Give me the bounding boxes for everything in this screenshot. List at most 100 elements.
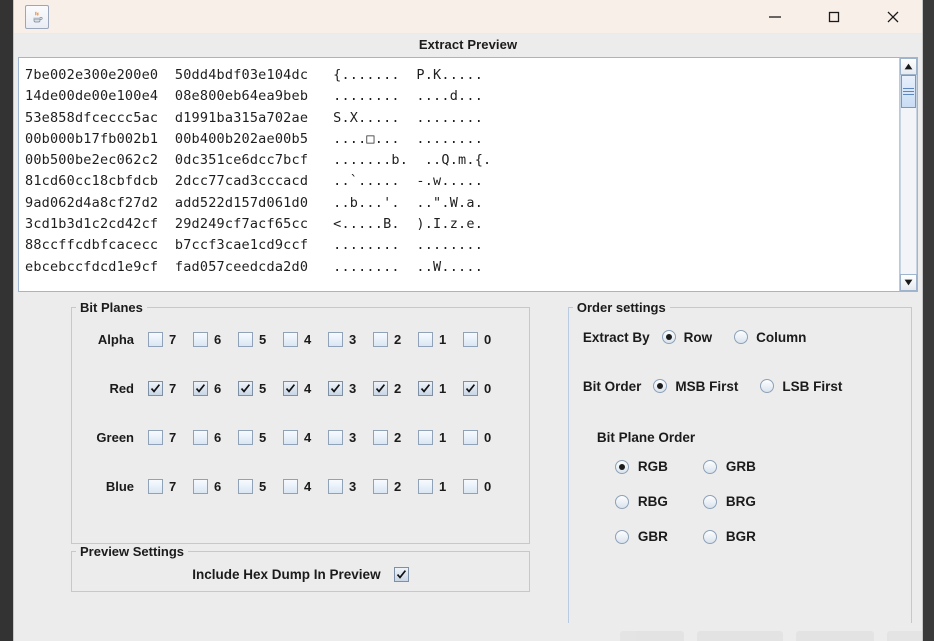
radio-button[interactable] [760,379,775,393]
cut-off-button-bar [14,623,922,641]
bit-cell: 2 [373,332,418,347]
bit-plane-order-options: RGB GRB RBG BRG GBR BGR [614,459,911,544]
extract-by-row[interactable]: Row [661,330,712,345]
checkbox-blue-bit-7[interactable] [148,479,163,494]
bit-plane-order-rgb[interactable]: RGB [614,459,703,474]
bit-plane-row-green: Green 7 6 5 4 3 2 1 0 [72,413,529,462]
checkbox-red-bit-1[interactable] [418,381,433,396]
scroll-up-icon[interactable] [900,58,917,75]
checkbox-red-bit-2[interactable] [373,381,388,396]
radio-button[interactable] [653,379,668,393]
bit-number-label: 2 [394,332,402,347]
checkbox-blue-bit-0[interactable] [463,479,478,494]
radio-button[interactable] [661,330,676,344]
ghost-buttons [620,631,922,641]
bit-number-label: 6 [214,479,222,494]
minimize-button[interactable] [745,0,804,33]
bit-number-label: 7 [169,479,177,494]
checkbox-red-bit-5[interactable] [238,381,253,396]
hex-dump-line: 00b500be2ec062c2 0dc351ce6dcc7bcf ......… [25,152,492,169]
radio-button[interactable] [614,494,629,509]
bit-number-label: 1 [439,479,447,494]
bit-cell: 7 [148,430,193,445]
bit-number-label: 3 [349,381,357,396]
checkbox-alpha-bit-6[interactable] [193,332,208,347]
checkbox-red-bit-3[interactable] [328,381,343,396]
radio-label: GRB [725,459,756,474]
include-hex-dump-checkbox[interactable] [393,566,409,582]
radio-button[interactable] [702,529,717,544]
scrollbar-track[interactable] [900,75,917,274]
extract-by-options: Row Column [661,330,829,345]
bit-order-label: Bit Order [582,378,642,394]
checkbox-green-bit-6[interactable] [193,430,208,445]
radio-button[interactable] [702,494,717,509]
checkbox-blue-bit-1[interactable] [418,479,433,494]
checkbox-blue-bit-6[interactable] [193,479,208,494]
close-button[interactable] [863,0,922,33]
checkbox-alpha-bit-1[interactable] [418,332,433,347]
bit-number-label: 0 [484,381,492,396]
hex-dump-scrollbar[interactable] [899,58,917,291]
extract-by-row: Extract By Row Column [569,315,911,359]
checkbox-green-bit-5[interactable] [238,430,253,445]
checkbox-green-bit-7[interactable] [148,430,163,445]
checkbox-blue-bit-2[interactable] [373,479,388,494]
checkbox-alpha-bit-7[interactable] [148,332,163,347]
checkbox-red-bit-6[interactable] [193,381,208,396]
bit-cell: 6 [193,430,238,445]
checkbox-alpha-bit-5[interactable] [238,332,253,347]
scroll-down-icon[interactable] [900,274,917,291]
bit-cell: 3 [328,479,373,494]
checkbox-green-bit-0[interactable] [463,430,478,445]
checkbox-green-bit-3[interactable] [328,430,343,445]
channel-label-green: Green [96,430,134,445]
radio-button[interactable] [734,330,749,344]
extract-by-column[interactable]: Column [734,330,806,345]
bit-cell: 0 [463,381,508,396]
bit-number-label: 1 [439,332,447,347]
bit-plane-order-gbr[interactable]: GBR [614,529,703,544]
scrollbar-thumb[interactable] [901,75,916,108]
checkbox-alpha-bit-3[interactable] [328,332,343,347]
checkbox-red-bit-7[interactable] [148,381,163,396]
bit-order-lsb-first[interactable]: LSB First [760,379,842,394]
bit-plane-order-rbg[interactable]: RBG [614,494,703,509]
checkbox-green-bit-4[interactable] [283,430,298,445]
bit-plane-order-bgr[interactable]: BGR [702,529,791,544]
channel-label-red: Red [109,381,134,396]
bit-order-msb-first[interactable]: MSB First [653,379,738,394]
bit-plane-order-grb[interactable]: GRB [702,459,791,474]
hex-dump-line: 81cd60cc18cbfdcb 2dcc77cad3cccacd ..`...… [25,173,484,190]
hex-dump-panel: 7be002e300e200e0 50dd4bdf03e104dc {.....… [18,57,918,292]
hex-dump-line: 88ccffcdbfcacecc b7ccf3cae1cd9ccf ......… [25,237,484,254]
radio-button[interactable] [702,459,717,474]
checkbox-blue-bit-5[interactable] [238,479,253,494]
bit-cell: 4 [283,381,328,396]
checkbox-green-bit-2[interactable] [373,430,388,445]
checkbox-red-bit-0[interactable] [463,381,478,396]
bit-cell: 2 [373,479,418,494]
checkbox-alpha-bit-0[interactable] [463,332,478,347]
radio-button[interactable] [614,459,629,474]
channel-label-alpha: Alpha [97,332,134,347]
preview-settings-group: Preview Settings Include Hex Dump In Pre… [71,544,530,592]
checkbox-blue-bit-3[interactable] [328,479,343,494]
maximize-button[interactable] [804,0,863,33]
hex-dump-line: ebcebccfdcd1e9cf fad057ceedcda2d0 ......… [25,258,484,275]
checkbox-blue-bit-4[interactable] [283,479,298,494]
checkbox-green-bit-1[interactable] [418,430,433,445]
settings-area: Bit Planes Alpha 7 6 5 4 3 2 1 0 Red 7 6 5 4 3 2 1 0 Green… [14,292,922,641]
radio-button[interactable] [614,529,629,544]
radio-label: Column [756,329,807,345]
bit-plane-order-brg[interactable]: BRG [702,494,791,509]
checkbox-alpha-bit-2[interactable] [373,332,388,347]
bit-cell: 1 [418,430,463,445]
bit-number-label: 5 [259,479,267,494]
bit-cell: 4 [283,479,328,494]
left-column: Bit Planes Alpha 7 6 5 4 3 2 1 0 Red 7 6 5 4 3 2 1 0 Green… [71,300,530,641]
desktop-background-right [922,0,934,641]
checkbox-alpha-bit-4[interactable] [283,332,298,347]
checkbox-red-bit-4[interactable] [283,381,298,396]
hex-dump-text[interactable]: 7be002e300e200e0 50dd4bdf03e104dc {.....… [19,58,899,291]
